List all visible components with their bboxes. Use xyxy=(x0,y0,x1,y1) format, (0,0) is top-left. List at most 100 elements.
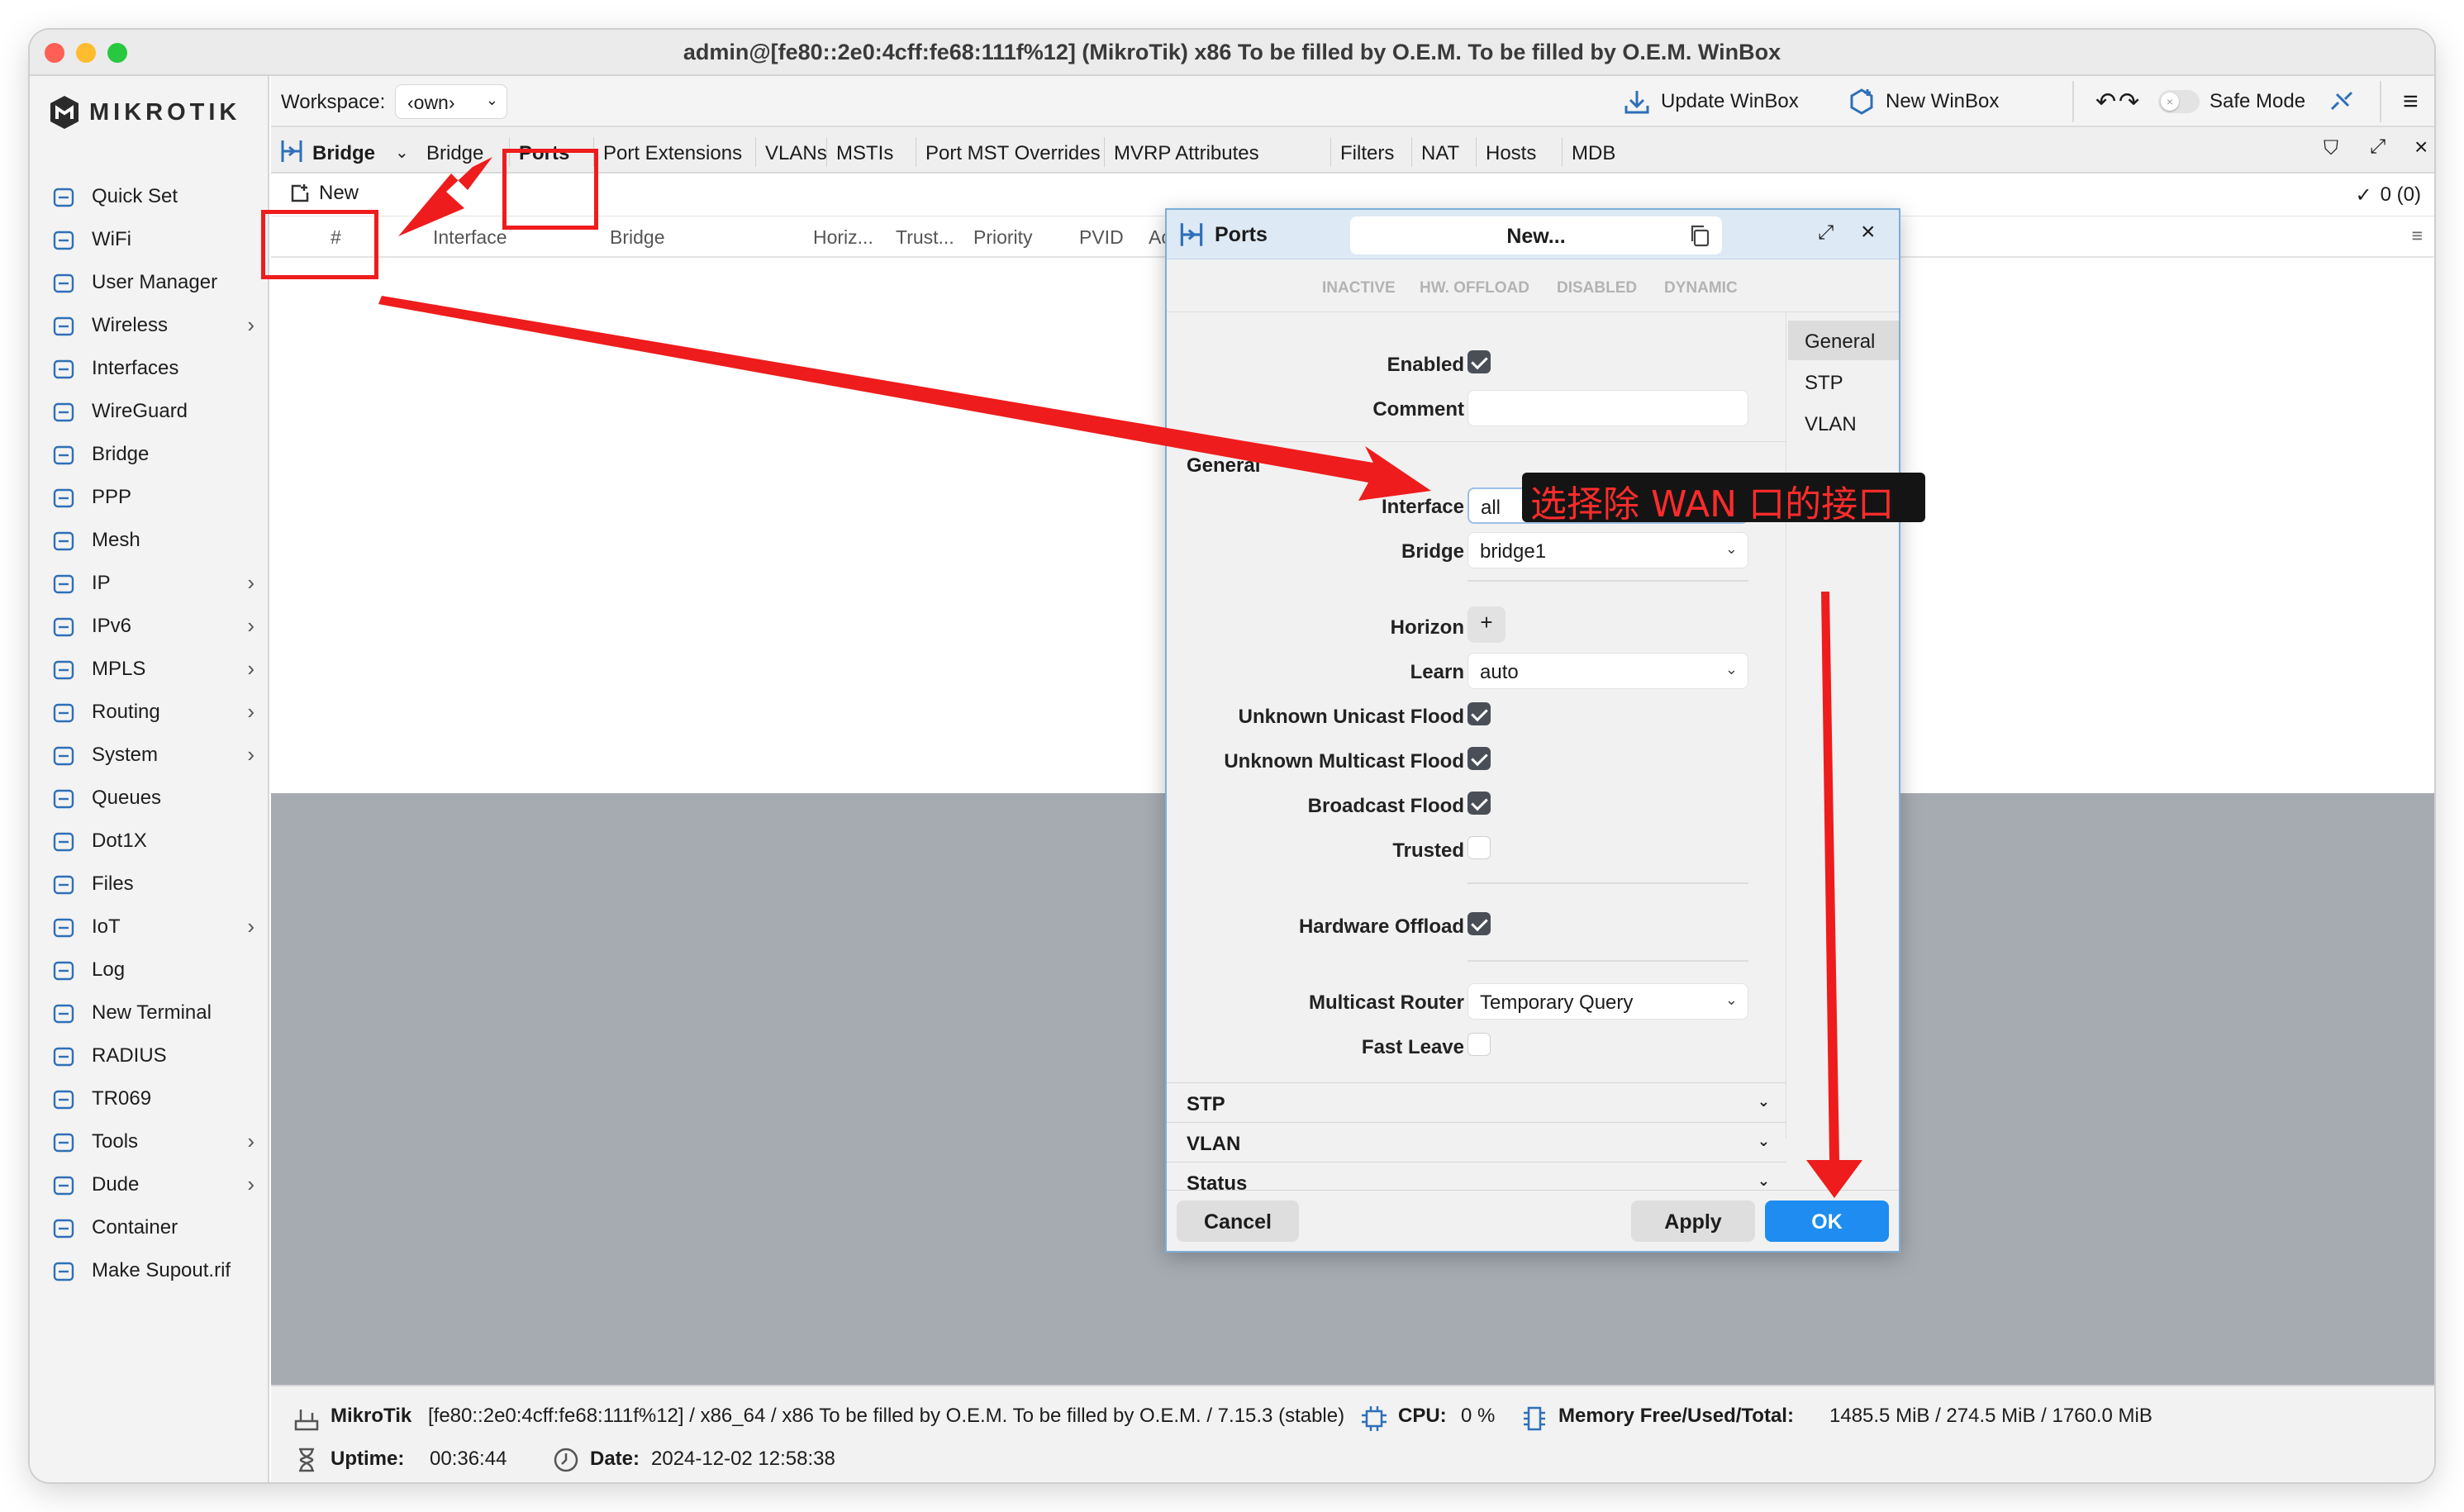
side-tab-stp[interactable]: STP xyxy=(1788,362,1899,402)
tab-hosts[interactable]: Hosts xyxy=(1486,136,1536,169)
sidebar-item[interactable]: Dot1X xyxy=(30,820,269,863)
column-header[interactable]: PVID xyxy=(1079,226,1124,249)
sidebar-item[interactable]: WiFi xyxy=(30,218,269,261)
close-icon[interactable]: × xyxy=(2414,134,2428,160)
bridge-icon xyxy=(281,140,302,162)
sidebar-item[interactable]: Queues xyxy=(30,777,269,820)
column-header[interactable]: Trust... xyxy=(896,226,954,249)
columns-menu-icon[interactable]: ≡ xyxy=(2412,225,2423,247)
tab-filters[interactable]: Filters xyxy=(1340,136,1394,169)
workspace-select[interactable]: ‹own› ⌄ xyxy=(395,84,507,119)
unknown-multicast-flood-checkbox[interactable] xyxy=(1467,747,1491,770)
sidebar-item-label: Mesh xyxy=(92,529,140,551)
section-title: STP xyxy=(1187,1093,1225,1115)
divider xyxy=(1467,882,1748,884)
sidebar-item[interactable]: Interfaces xyxy=(30,347,269,390)
side-tab-vlan[interactable]: VLAN xyxy=(1788,403,1899,443)
section-stp[interactable]: STP ⌄ xyxy=(1167,1082,1786,1122)
sidebar-item[interactable]: MPLS › xyxy=(30,648,269,691)
sidebar-item[interactable]: Files xyxy=(30,863,269,906)
sidebar-item[interactable]: System › xyxy=(30,734,269,777)
tab-divider xyxy=(755,137,756,167)
tab-bridge[interactable]: Bridge xyxy=(426,136,483,169)
sidebar-item[interactable]: Log xyxy=(30,949,269,991)
column-header[interactable]: Horiz... xyxy=(813,226,873,249)
unknown-unicast-flood-checkbox[interactable] xyxy=(1467,702,1491,725)
tab-vlans[interactable]: VLANs xyxy=(765,136,827,169)
fast-leave-checkbox[interactable] xyxy=(1467,1033,1491,1056)
menu-icon[interactable]: ≡ xyxy=(2403,86,2419,116)
new-button[interactable]: New xyxy=(289,182,359,205)
sidebar-item[interactable]: Dude › xyxy=(30,1163,269,1206)
date-value: 2024-12-02 12:58:38 xyxy=(651,1448,835,1470)
mikrotik-logo: MIKROTIK xyxy=(48,93,240,132)
memory-value: 1485.5 MiB / 274.5 MiB / 1760.0 MiB xyxy=(1829,1405,2152,1427)
sidebar-item[interactable]: IP › xyxy=(30,562,269,605)
section-vlan[interactable]: VLAN ⌄ xyxy=(1167,1122,1786,1162)
tab-nat[interactable]: NAT xyxy=(1421,136,1459,169)
cancel-button[interactable]: Cancel xyxy=(1177,1201,1299,1242)
chevron-down-icon: ⌄ xyxy=(1757,1133,1770,1149)
update-winbox-label: Update WinBox xyxy=(1661,90,1799,112)
column-header[interactable]: Priority xyxy=(973,226,1033,249)
comment-input[interactable] xyxy=(1467,390,1748,426)
tab-port-extensions[interactable]: Port Extensions xyxy=(603,136,742,169)
router-icon xyxy=(294,1410,319,1431)
tab-mdb[interactable]: MDB xyxy=(1572,136,1615,169)
safe-mode-icon[interactable] xyxy=(2327,86,2357,116)
sidebar-item[interactable]: Quick Set xyxy=(30,175,269,218)
tab-mstis[interactable]: MSTIs xyxy=(836,136,893,169)
sidebar-item[interactable]: Wireless › xyxy=(30,304,269,347)
column-header[interactable]: Bridge xyxy=(610,226,664,249)
filter-icon[interactable]: ⛉ xyxy=(2324,137,2338,160)
bridge-value: bridge1 xyxy=(1480,540,1547,563)
chevron-down-icon[interactable]: ⌄ xyxy=(395,136,409,169)
sidebar-item[interactable]: Make Supout.rif xyxy=(30,1249,269,1292)
bridge-select[interactable]: bridge1 ⌄ xyxy=(1467,532,1748,568)
sidebar-item[interactable]: Bridge xyxy=(30,433,269,476)
copy-icon[interactable] xyxy=(1687,223,1712,248)
sidebar-item[interactable]: TR069 xyxy=(30,1077,269,1120)
sidebar-item[interactable]: PPP xyxy=(30,476,269,519)
sidebar-item[interactable]: Mesh xyxy=(30,519,269,562)
sidebar-item-label: New Terminal xyxy=(92,1001,212,1024)
new-item-icon xyxy=(291,184,309,202)
sidebar-item[interactable]: IoT › xyxy=(30,906,269,949)
sidebar-item[interactable]: RADIUS xyxy=(30,1034,269,1077)
chevron-down-icon: ⌄ xyxy=(1724,661,1738,678)
toggle-switch[interactable]: × xyxy=(2158,90,2200,113)
multicast-router-select[interactable]: Temporary Query ⌄ xyxy=(1467,983,1748,1020)
sidebar-item-label: IP xyxy=(92,572,111,594)
new-winbox-button[interactable]: New WinBox xyxy=(1848,84,1999,119)
sidebar-item[interactable]: New Terminal xyxy=(30,991,269,1034)
tab-mvrp-attributes[interactable]: MVRP Attributes xyxy=(1114,136,1259,169)
enabled-checkbox[interactable] xyxy=(1467,350,1491,373)
chevron-right-icon: › xyxy=(247,742,254,767)
ok-button[interactable]: OK xyxy=(1765,1201,1889,1242)
hardware-offload-checkbox[interactable] xyxy=(1467,912,1491,935)
tab-port-mst-overrides[interactable]: Port MST Overrides xyxy=(925,136,1101,169)
add-horizon-button[interactable]: + xyxy=(1467,606,1506,643)
expand-icon[interactable]: ⤢ xyxy=(1818,221,1834,245)
sidebar-item[interactable]: IPv6 › xyxy=(30,605,269,648)
safe-mode-toggle[interactable]: × Safe Mode xyxy=(2158,84,2305,119)
sidebar-item[interactable]: Container xyxy=(30,1206,269,1249)
redo-icon[interactable]: ↷ xyxy=(2119,84,2139,119)
expand-icon[interactable]: ⤢ xyxy=(2370,136,2386,159)
learn-select[interactable]: auto ⌄ xyxy=(1467,653,1748,689)
undo-icon[interactable]: ↶ xyxy=(2095,84,2116,119)
sidebar-item[interactable]: Tools › xyxy=(30,1120,269,1163)
side-tab-general[interactable]: General xyxy=(1788,321,1899,360)
sidebar-item[interactable]: Routing › xyxy=(30,691,269,734)
close-icon[interactable]: × xyxy=(1861,218,1876,246)
column-header[interactable]: Interface xyxy=(433,226,507,249)
broadcast-flood-checkbox[interactable] xyxy=(1467,792,1491,815)
dialog-title: Ports xyxy=(1215,223,1268,246)
update-winbox-button[interactable]: Update WinBox xyxy=(1623,84,1799,119)
sidebar-item[interactable]: User Manager xyxy=(30,261,269,304)
chevron-right-icon: › xyxy=(247,1172,254,1196)
apply-button[interactable]: Apply xyxy=(1631,1201,1755,1242)
trusted-checkbox[interactable] xyxy=(1467,836,1491,859)
sidebar-item[interactable]: WireGuard xyxy=(30,390,269,433)
sidebar-item-label: Files xyxy=(92,872,134,895)
